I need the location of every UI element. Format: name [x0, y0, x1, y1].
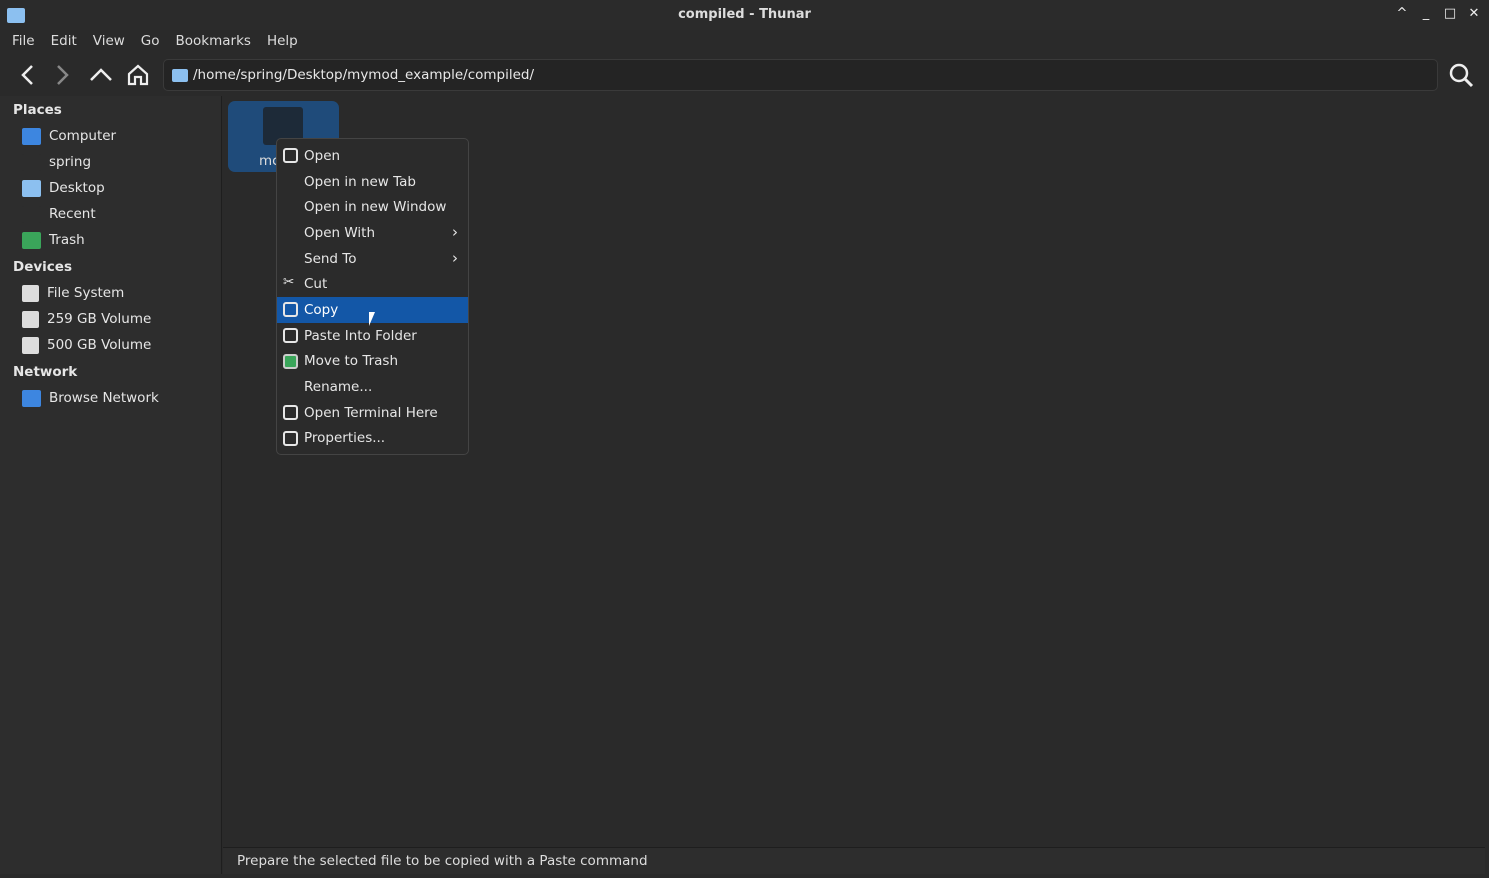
folder-open-icon [283, 148, 298, 163]
chevron-left-icon [21, 65, 33, 85]
search-button[interactable] [1446, 56, 1476, 94]
menu-item-open-terminal[interactable]: Open Terminal Here [277, 400, 468, 426]
back-button[interactable] [12, 56, 42, 94]
devices-heading: Devices [13, 259, 72, 275]
home-button[interactable] [123, 56, 153, 94]
title-bar: compiled - Thunar ^ _ □ ✕ [0, 0, 1489, 30]
drive-icon [22, 336, 39, 354]
menu-item-rename[interactable]: Rename... [277, 374, 468, 400]
network-heading: Network [13, 364, 78, 380]
maximize-button[interactable]: □ [1443, 6, 1457, 21]
up-button[interactable] [86, 56, 116, 94]
drive-icon [22, 284, 39, 302]
status-bar: Prepare the selected file to be copied w… [223, 847, 1485, 874]
chevron-right-icon [57, 65, 69, 85]
close-button[interactable]: ✕ [1467, 6, 1481, 21]
menu-item-cut[interactable]: ✂ Cut [277, 271, 468, 297]
menu-item-properties[interactable]: Properties... [277, 426, 468, 452]
sidebar-item-trash[interactable]: Trash [22, 228, 85, 252]
sidebar-item-computer[interactable]: Computer [22, 124, 116, 148]
menu-item-open[interactable]: Open [277, 143, 468, 169]
sidebar-item-browse-network[interactable]: Browse Network [22, 386, 159, 410]
window-title: compiled - Thunar [678, 7, 811, 22]
sidebar-item-desktop[interactable]: Desktop [22, 176, 105, 200]
desktop-folder-icon [22, 179, 41, 197]
menu-edit[interactable]: Edit [39, 30, 85, 52]
menu-item-paste-into-folder[interactable]: Paste Into Folder [277, 323, 468, 349]
context-menu: Open Open in new Tab Open in new Window … [276, 138, 469, 455]
menu-help[interactable]: Help [255, 30, 306, 52]
chevron-right-icon: › [452, 248, 458, 267]
menu-item-send-to[interactable]: Send To › [277, 246, 468, 272]
mouse-cursor-icon [369, 312, 375, 326]
properties-icon [283, 430, 298, 446]
forward-button[interactable] [48, 56, 78, 94]
folder-icon [172, 69, 188, 82]
places-heading: Places [13, 102, 62, 118]
trash-icon [22, 231, 41, 249]
sidebar-item-file-system[interactable]: File System [22, 281, 124, 305]
menu-item-move-to-trash[interactable]: Move to Trash [277, 349, 468, 375]
computer-icon [22, 127, 41, 145]
shade-button[interactable]: ^ [1395, 6, 1409, 21]
network-icon [22, 389, 41, 407]
status-text: Prepare the selected file to be copied w… [237, 853, 648, 869]
copy-icon [283, 302, 298, 318]
clipboard-icon [283, 327, 298, 343]
chevron-up-icon [90, 68, 112, 81]
home-icon [127, 64, 149, 86]
sidebar-item-500gb-volume[interactable]: 500 GB Volume [22, 333, 151, 357]
menu-go[interactable]: Go [129, 30, 168, 52]
home-folder-icon [22, 153, 41, 171]
sidebar-item-recent[interactable]: Recent [22, 202, 96, 226]
recent-icon [22, 205, 41, 223]
menu-item-open-new-window[interactable]: Open in new Window [277, 194, 468, 220]
chevron-right-icon: › [452, 223, 458, 242]
menu-item-open-with[interactable]: Open With › [277, 220, 468, 246]
menu-item-open-new-tab[interactable]: Open in new Tab [277, 169, 468, 195]
toolbar: /home/spring/Desktop/mymod_example/compi… [0, 56, 1489, 94]
sidebar-item-259gb-volume[interactable]: 259 GB Volume [22, 307, 151, 331]
sidebar: Places Computer spring Desktop Recent Tr… [0, 96, 222, 874]
terminal-icon [283, 404, 298, 420]
sidebar-item-spring[interactable]: spring [22, 150, 91, 174]
drive-icon [22, 310, 39, 328]
location-bar[interactable]: /home/spring/Desktop/mymod_example/compi… [163, 59, 1438, 91]
minimize-button[interactable]: _ [1419, 6, 1433, 21]
menu-file[interactable]: File [0, 30, 43, 52]
search-icon [1449, 63, 1474, 88]
location-path[interactable]: /home/spring/Desktop/mymod_example/compi… [193, 67, 534, 83]
menu-bar: File Edit View Go Bookmarks Help [0, 30, 302, 52]
menu-bookmarks[interactable]: Bookmarks [164, 30, 259, 52]
scissors-icon: ✂ [283, 274, 295, 291]
trash-icon [283, 353, 298, 369]
menu-view[interactable]: View [81, 30, 133, 52]
